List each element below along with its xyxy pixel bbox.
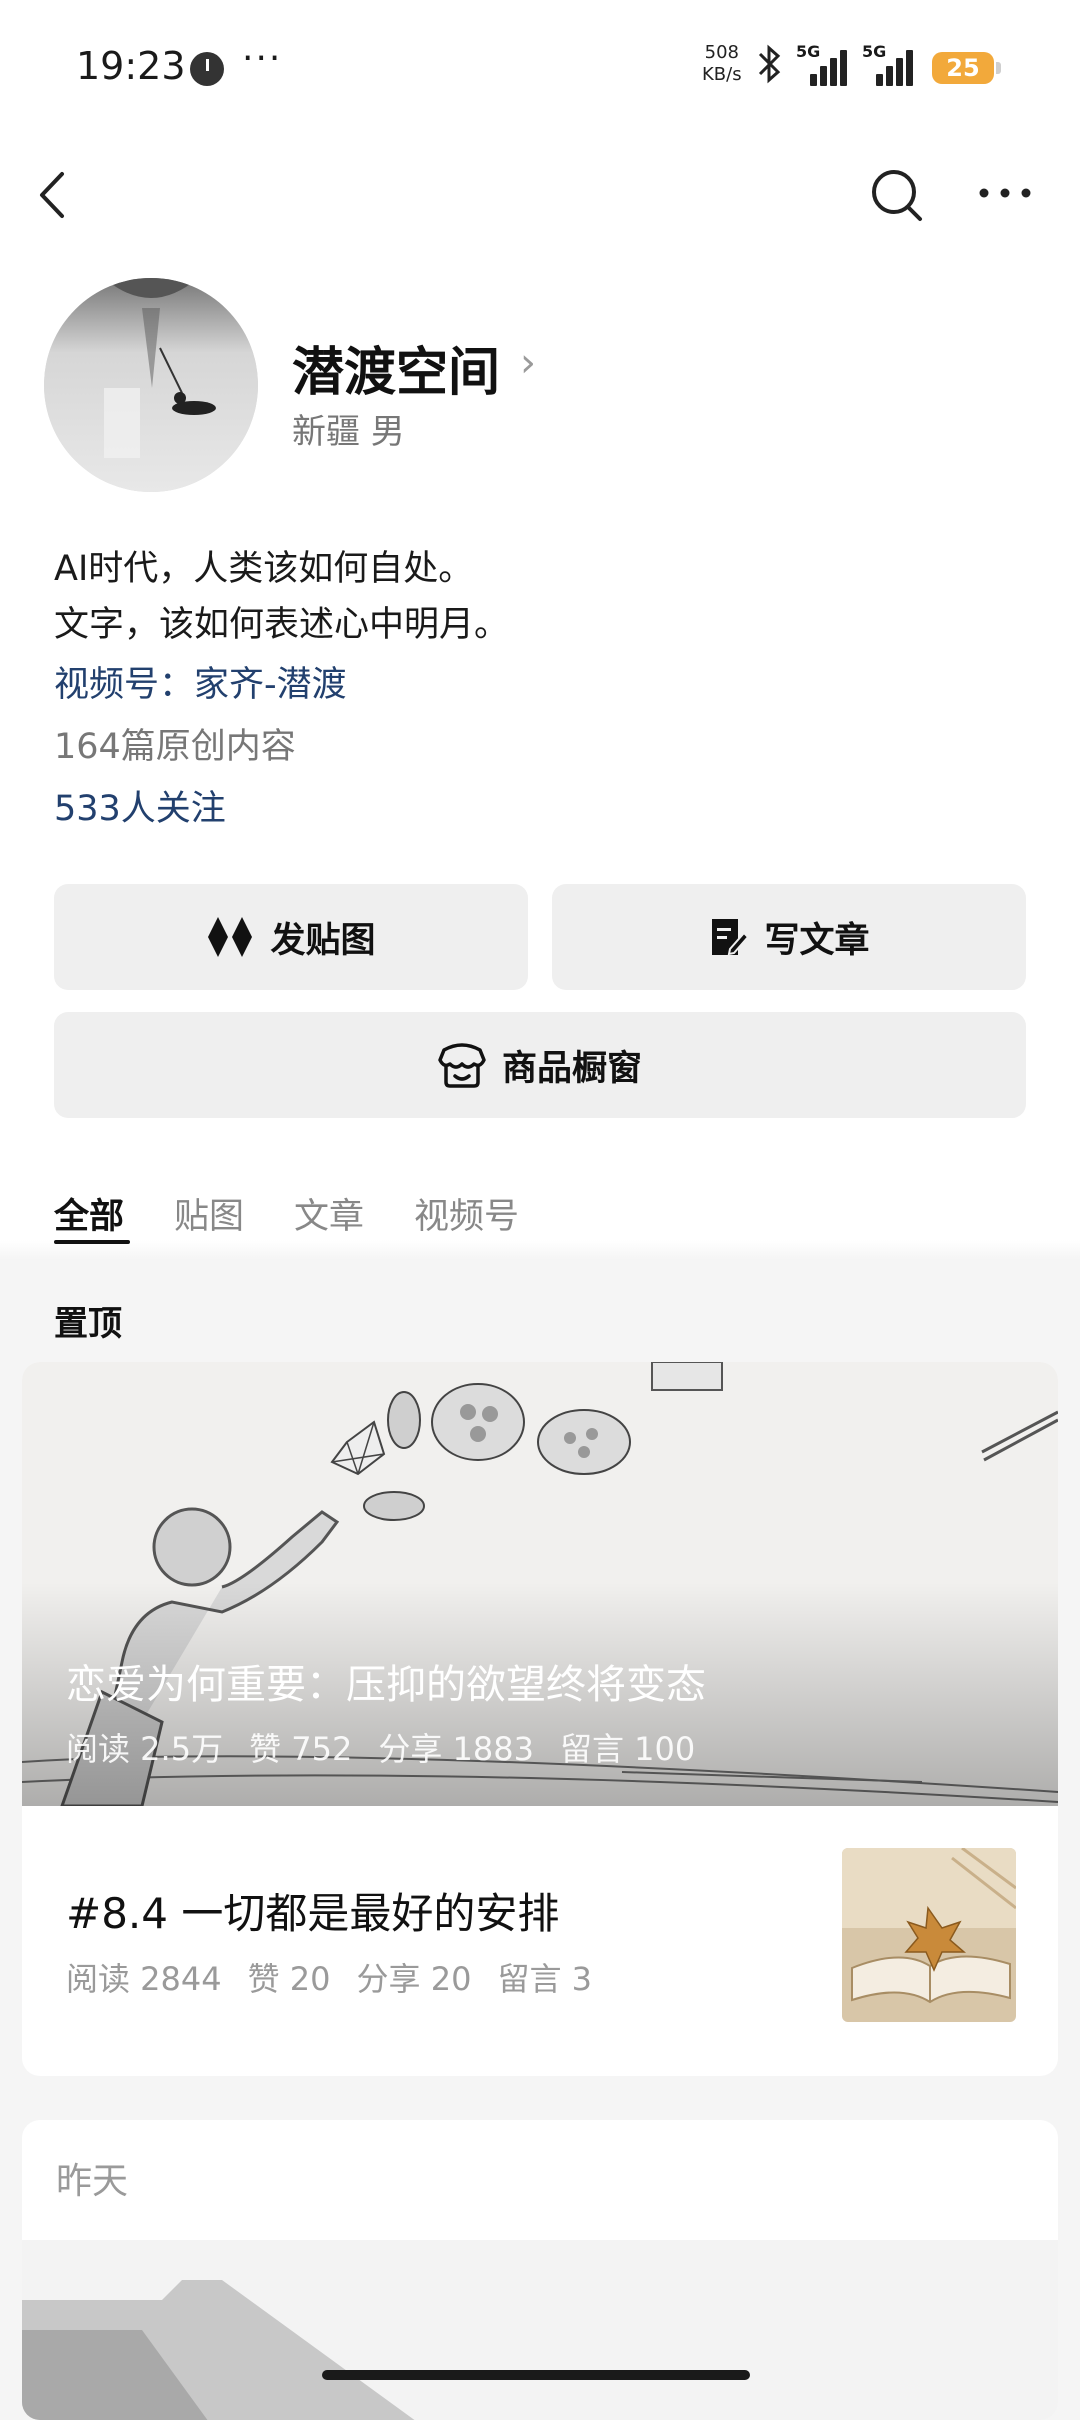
bluetooth-icon — [752, 44, 786, 93]
back-arrow-icon[interactable] — [30, 160, 80, 230]
like-count: 赞 752 — [249, 1730, 353, 1768]
network-speed-value: 508 — [704, 42, 739, 63]
followers-link[interactable]: 533人关注 — [54, 780, 226, 831]
signal-1-label: 5G — [796, 42, 821, 61]
image-post-icon — [208, 917, 253, 957]
comment-count: 留言 100 — [559, 1730, 696, 1768]
tab-all[interactable]: 全部 — [54, 1188, 124, 1239]
read-count: 阅读 2.5万 — [66, 1730, 224, 1768]
pinned-card: 恋爱为何重要：压抑的欲望终将变态 阅读 2.5万赞 752 分享 1883 留言 1… — [22, 1362, 1058, 2076]
tab-articles[interactable]: 文章 — [294, 1188, 364, 1239]
more-icon[interactable] — [970, 160, 1040, 230]
status-time: 19:23 — [76, 44, 186, 88]
article-cover[interactable] — [22, 2240, 1058, 2420]
bio-line-1: AI时代，人类该如何自处。 — [54, 549, 474, 589]
chevron-right-icon[interactable]: › — [520, 340, 536, 386]
comment-count: 留言 3 — [497, 1960, 592, 1998]
share-count: 分享 1883 — [378, 1730, 534, 1768]
shop-window-label: 商品橱窗 — [501, 1048, 642, 1089]
second-article-stats: 阅读 2844 赞 20 分享 20 留言 3 — [66, 1954, 618, 2000]
video-channel-link[interactable]: 视频号：家齐-潜渡 — [54, 656, 347, 707]
write-article-label: 写文章 — [764, 920, 870, 961]
status-dots: ··· — [242, 38, 283, 79]
original-article-count: 164篇原创内容 — [54, 727, 296, 767]
share-count: 分享 20 — [356, 1960, 472, 1998]
tab-image-posts[interactable]: 贴图 — [174, 1188, 244, 1239]
network-speed: 508 KB/s — [702, 42, 742, 86]
search-icon[interactable] — [866, 160, 926, 230]
network-speed-unit: KB/s — [702, 64, 742, 85]
read-count: 阅读 2844 — [66, 1960, 222, 1998]
second-article-title[interactable]: #8.4 一切都是最好的安排 — [66, 1880, 559, 1941]
storefront-icon — [438, 1043, 486, 1088]
signal-2-label: 5G — [862, 42, 887, 61]
bio-line-2: 文字，该如何表述心中明月。 — [54, 605, 510, 645]
status-bar: 19:23 ··· 508 KB/s 5G 5G 25 — [0, 0, 1080, 140]
battery-icon: 25 — [932, 52, 1001, 84]
home-indicator[interactable] — [322, 2370, 750, 2380]
second-article-thumbnail[interactable] — [842, 1848, 1016, 2022]
like-count: 赞 20 — [247, 1960, 331, 1998]
signal-icon: 5G — [862, 42, 914, 86]
pinned-article-stats: 阅读 2.5万赞 752 分享 1883 留言 100 — [66, 1724, 721, 1770]
pinned-section-title: 置顶 — [54, 1304, 122, 1344]
tab-video-channel[interactable]: 视频号 — [414, 1188, 519, 1239]
post-image-label: 发贴图 — [270, 920, 376, 961]
signal-icon: 5G — [796, 42, 848, 86]
edit-document-icon — [712, 919, 749, 956]
pinned-article-title[interactable]: 恋爱为何重要：压抑的欲望终将变态 — [66, 1652, 706, 1710]
write-article-button[interactable]: 写文章 — [552, 884, 1026, 990]
avatar[interactable] — [44, 278, 258, 492]
profile-name[interactable]: 潜渡空间 — [292, 330, 500, 405]
clock-icon — [190, 52, 224, 86]
active-tab-indicator — [54, 1240, 130, 1244]
post-image-button[interactable]: 发贴图 — [54, 884, 528, 990]
date-group-label: 昨天 — [56, 2161, 129, 2202]
profile-location-gender: 新疆 男 — [292, 412, 405, 452]
shop-window-button[interactable]: 商品橱窗 — [54, 1012, 1026, 1118]
